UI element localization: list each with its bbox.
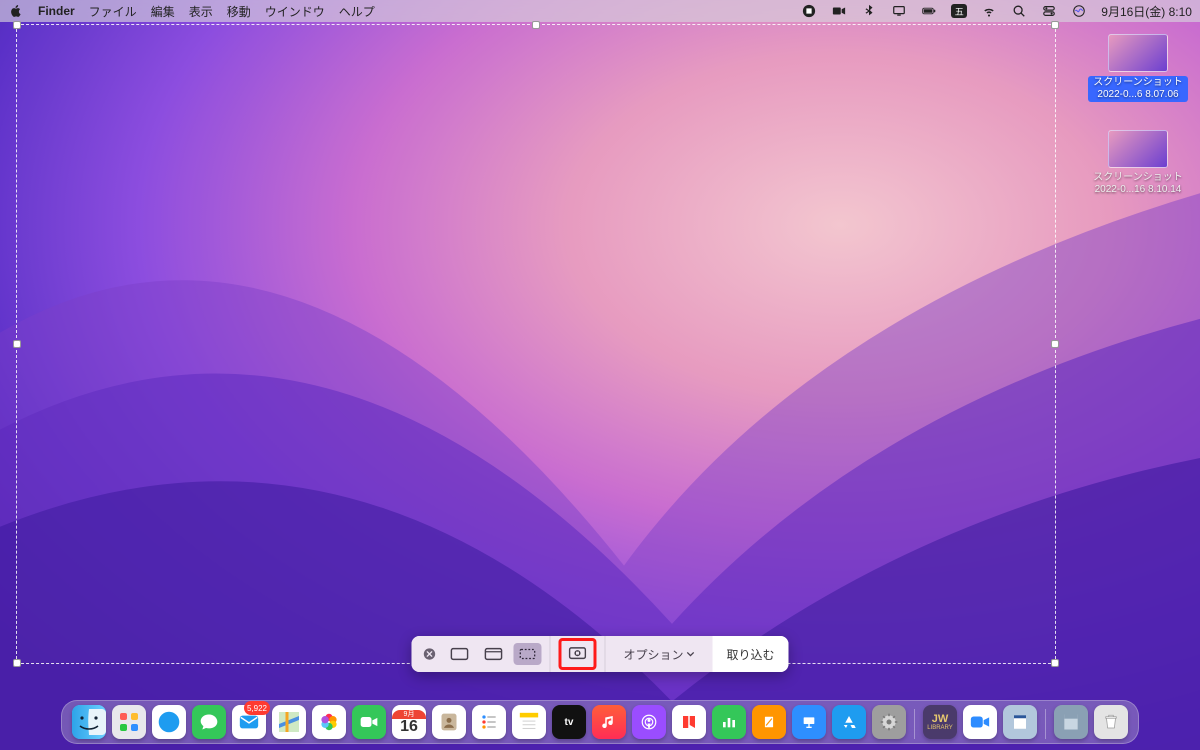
- dock-jwlibrary-icon[interactable]: JWLIBRARY: [923, 705, 957, 739]
- annotation-highlight: [558, 638, 596, 670]
- dock-news-icon[interactable]: [672, 705, 706, 739]
- menu-edit[interactable]: 編集: [151, 3, 175, 20]
- dock-appstore-icon[interactable]: [832, 705, 866, 739]
- menu-help[interactable]: ヘルプ: [339, 3, 375, 20]
- file-thumbnail-icon: [1108, 130, 1168, 168]
- capture-entire-screen-button[interactable]: [445, 643, 473, 665]
- menu-bar: Finder ファイル 編集 表示 移動 ウインドウ ヘルプ 五 9月16日(金…: [0, 0, 1200, 22]
- capture-selection-button[interactable]: [513, 643, 541, 665]
- control-center-icon[interactable]: [1041, 3, 1057, 19]
- dock-settings-icon[interactable]: [872, 705, 906, 739]
- dock-notes-icon[interactable]: [512, 705, 546, 739]
- dock-separator: [1045, 709, 1046, 739]
- dock-podcasts-icon[interactable]: [632, 705, 666, 739]
- resize-handle[interactable]: [1051, 21, 1059, 29]
- siri-icon[interactable]: [1071, 3, 1087, 19]
- dock-launchpad-icon[interactable]: [112, 705, 146, 739]
- menu-view[interactable]: 表示: [189, 3, 213, 20]
- dock-downloads-icon[interactable]: [1054, 705, 1088, 739]
- dock-mail-icon[interactable]: 5,922: [232, 705, 266, 739]
- spotlight-icon[interactable]: [1011, 3, 1027, 19]
- menu-go[interactable]: 移動: [227, 3, 251, 20]
- desktop-file[interactable]: スクリーンショット 2022-0...16 8.10.14: [1088, 130, 1188, 196]
- stop-record-menubar-icon[interactable]: [801, 3, 817, 19]
- dock-tv-icon[interactable]: tv: [552, 705, 586, 739]
- dock-calendar-icon[interactable]: 9月 16: [392, 705, 426, 739]
- options-label: オプション: [623, 646, 683, 663]
- dock-finder-icon[interactable]: [72, 705, 106, 739]
- menubar-clock[interactable]: 9月16日(金) 8:10: [1101, 3, 1192, 20]
- close-button[interactable]: [419, 643, 439, 665]
- dock-pinned-app-icon[interactable]: [1003, 705, 1037, 739]
- capture-label: 取り込む: [727, 646, 775, 663]
- active-app-name[interactable]: Finder: [38, 4, 75, 18]
- dock-music-icon[interactable]: [592, 705, 626, 739]
- capture-selection-area[interactable]: [16, 24, 1056, 664]
- dock-facetime-icon[interactable]: [352, 705, 386, 739]
- bluetooth-icon[interactable]: [861, 3, 877, 19]
- dock-zoom-icon[interactable]: [963, 705, 997, 739]
- dock-keynote-icon[interactable]: [792, 705, 826, 739]
- dock-maps-icon[interactable]: [272, 705, 306, 739]
- battery-icon[interactable]: [921, 3, 937, 19]
- resize-handle[interactable]: [1051, 340, 1059, 348]
- wifi-icon[interactable]: [981, 3, 997, 19]
- facetime-menubar-icon[interactable]: [831, 3, 847, 19]
- screen-mirroring-icon[interactable]: [891, 3, 907, 19]
- apple-menu-icon[interactable]: [8, 3, 24, 19]
- dock-reminders-icon[interactable]: [472, 705, 506, 739]
- dock-contacts-icon[interactable]: [432, 705, 466, 739]
- dock-photos-icon[interactable]: [312, 705, 346, 739]
- dock-numbers-icon[interactable]: [712, 705, 746, 739]
- dock-separator: [914, 709, 915, 739]
- resize-handle[interactable]: [1051, 659, 1059, 667]
- capture-window-button[interactable]: [479, 643, 507, 665]
- dock: 5,922 9月 16 tv JWLIB: [61, 700, 1139, 744]
- resize-handle[interactable]: [13, 659, 21, 667]
- screenshot-toolbar: オプション 取り込む: [411, 636, 788, 672]
- dock-messages-icon[interactable]: [192, 705, 226, 739]
- desktop-file[interactable]: スクリーンショット 2022-0...6 8.07.06: [1088, 34, 1188, 102]
- mail-badge: 5,922: [244, 701, 270, 715]
- record-entire-screen-button[interactable]: [563, 643, 591, 665]
- dock-trash-icon[interactable]: [1094, 705, 1128, 739]
- calendar-day: 16: [400, 719, 418, 735]
- file-name: スクリーンショット 2022-0...16 8.10.14: [1093, 172, 1183, 195]
- resize-handle[interactable]: [13, 340, 21, 348]
- file-name: スクリーンショット 2022-0...6 8.07.06: [1088, 76, 1188, 102]
- dock-pages-icon[interactable]: [752, 705, 786, 739]
- resize-handle[interactable]: [532, 21, 540, 29]
- capture-button[interactable]: 取り込む: [713, 636, 789, 672]
- chevron-down-icon: [687, 650, 695, 658]
- resize-handle[interactable]: [13, 21, 21, 29]
- menu-window[interactable]: ウインドウ: [265, 3, 325, 20]
- menu-file[interactable]: ファイル: [89, 3, 137, 20]
- input-source-icon[interactable]: 五: [951, 4, 967, 18]
- dock-safari-icon[interactable]: [152, 705, 186, 739]
- file-thumbnail-icon: [1108, 34, 1168, 72]
- options-dropdown[interactable]: オプション: [613, 646, 704, 663]
